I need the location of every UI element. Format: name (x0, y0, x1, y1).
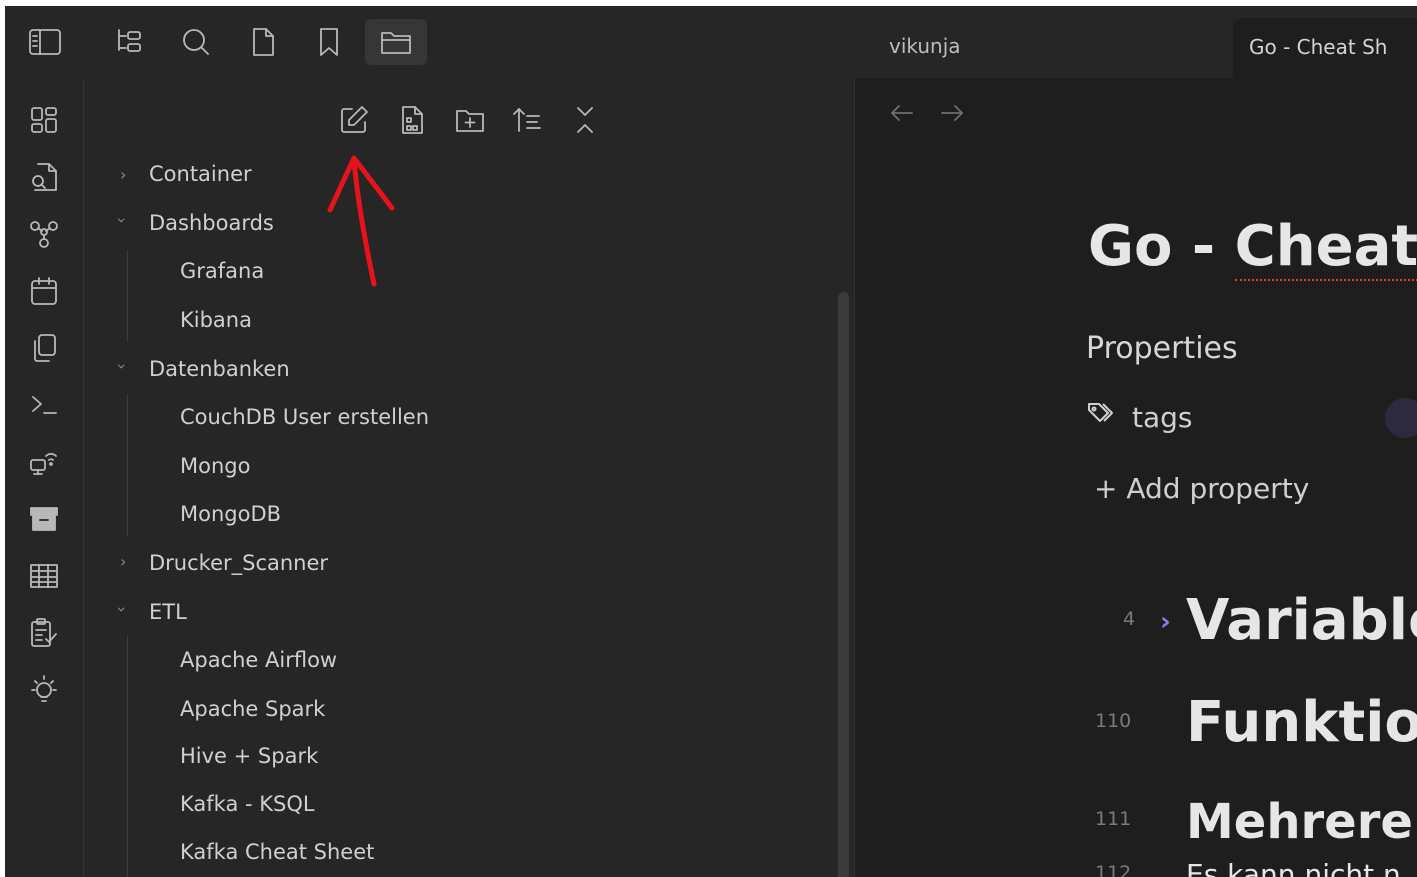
bookmark-icon[interactable] (309, 22, 349, 62)
line-number: 112 (1095, 862, 1132, 877)
forward-arrow-icon[interactable] (937, 98, 967, 128)
tree-file-apache-airflow[interactable]: Apache Airflow (180, 648, 337, 672)
tab-go-cheat-sheet[interactable]: Go - Cheat Sh (1233, 18, 1417, 78)
copy-icon[interactable] (24, 328, 64, 368)
tree-file-mongo[interactable]: Mongo (180, 454, 250, 478)
heading-funktion[interactable]: Funktion (1186, 690, 1417, 755)
tree-file-mongodb[interactable]: MongoDB (180, 502, 281, 526)
tree-file-apache-spark[interactable]: Apache Spark (180, 697, 325, 721)
tree-file-kafka-ksql[interactable]: Kafka - KSQL (180, 792, 315, 816)
tags-icon (1086, 400, 1118, 435)
annotation-arrow (327, 155, 395, 287)
editor-pane: Go - Cheat S Properties tags + Add prope… (855, 78, 1417, 877)
search-icon[interactable] (176, 22, 216, 62)
new-canvas-icon[interactable] (392, 100, 432, 140)
title-bar: vikunja Go - Cheat Sh (5, 6, 1417, 78)
tree-guide (127, 394, 128, 536)
new-note-icon[interactable] (334, 100, 374, 140)
sidebar-toggle-icon[interactable] (25, 22, 65, 62)
file-tree-icon[interactable] (109, 22, 149, 62)
calendar-icon[interactable] (24, 271, 64, 311)
property-name-tags: tags (1132, 401, 1193, 434)
line-number: 111 (1095, 808, 1132, 830)
tree-folder-datenbanken[interactable]: Datenbanken (149, 357, 290, 381)
checklist-icon[interactable] (24, 613, 64, 653)
lightbulb-icon[interactable] (24, 670, 64, 710)
tree-file-grafana[interactable]: Grafana (180, 259, 264, 283)
properties-heading: Properties (1086, 331, 1238, 366)
folder-icon[interactable] (365, 19, 427, 65)
new-folder-icon[interactable] (450, 100, 490, 140)
body-text-line[interactable]: Es kann nicht n (1186, 858, 1401, 877)
archive-icon[interactable] (24, 499, 64, 539)
chevron-right-icon[interactable]: › (120, 165, 126, 184)
note-title[interactable]: Go - Cheat S (1088, 214, 1417, 281)
remote-icon[interactable] (24, 442, 64, 482)
tree-folder-drucker-scanner[interactable]: Drucker_Scanner (149, 551, 328, 575)
sidebar-scrollbar[interactable] (838, 292, 849, 877)
table-icon[interactable] (24, 556, 64, 596)
chevron-down-icon[interactable]: › (113, 606, 132, 612)
heading-variable[interactable]: Variable (1186, 588, 1417, 653)
heading-mehrere[interactable]: Mehrere (1186, 794, 1413, 850)
file-explorer: › Container › Dashboards Grafana Kibana … (84, 78, 855, 877)
file-search-icon[interactable] (24, 157, 64, 197)
back-arrow-icon[interactable] (887, 98, 917, 128)
ribbon (5, 78, 84, 877)
chevron-down-icon[interactable]: › (113, 217, 132, 223)
tree-guide (127, 250, 128, 342)
tree-folder-etl[interactable]: ETL (149, 600, 187, 624)
graph-icon[interactable] (24, 214, 64, 254)
fold-chevron-icon[interactable]: › (1160, 607, 1171, 637)
chevron-right-icon[interactable]: › (120, 552, 126, 571)
add-property-button[interactable]: + Add property (1094, 472, 1309, 505)
collapse-all-icon[interactable] (565, 100, 605, 140)
vault-name[interactable]: vikunja (889, 34, 961, 58)
file-icon[interactable] (243, 22, 283, 62)
tab-title: Go - Cheat Sh (1249, 35, 1388, 59)
tree-file-hive-spark[interactable]: Hive + Spark (180, 744, 318, 768)
line-number: 110 (1095, 710, 1132, 732)
tree-file-kafka-cheat-sheet[interactable]: Kafka Cheat Sheet (180, 840, 374, 864)
tree-file-couchdb[interactable]: CouchDB User erstellen (180, 405, 429, 429)
line-number: 4 (1123, 608, 1136, 630)
tag-pill[interactable] (1385, 398, 1417, 438)
tree-file-kibana[interactable]: Kibana (180, 308, 252, 332)
chevron-down-icon[interactable]: › (113, 363, 132, 369)
terminal-icon[interactable] (24, 385, 64, 425)
tree-guide (127, 636, 128, 877)
property-tags[interactable]: tags (1086, 400, 1193, 435)
dashboard-icon[interactable] (24, 100, 64, 140)
tree-folder-dashboards[interactable]: Dashboards (149, 211, 274, 235)
obsidian-app: vikunja Go - Cheat Sh › Container › Dash… (5, 6, 1417, 877)
sort-icon[interactable] (507, 100, 547, 140)
tree-folder-container[interactable]: Container (149, 162, 252, 186)
